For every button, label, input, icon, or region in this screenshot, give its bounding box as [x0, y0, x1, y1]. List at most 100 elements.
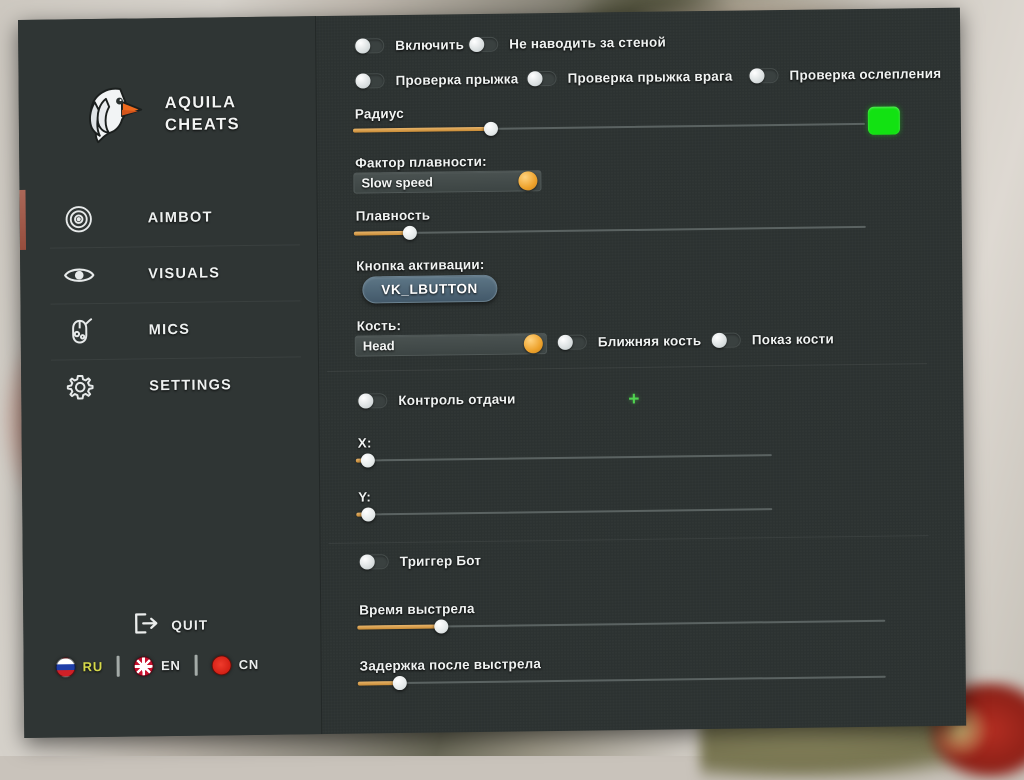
slider-handle[interactable] [361, 507, 376, 522]
toggle-jump-check-label: Проверка прыжка [395, 71, 519, 89]
slider-handle[interactable] [484, 121, 499, 136]
cheat-menu-panel: AQUILA CHEATS AIMBOT VISUALS MICS SETTIN… [18, 7, 967, 738]
slider-track [356, 508, 773, 516]
toggle-enemy-jump-check-label: Проверка прыжка врага [567, 68, 733, 86]
language-selector: RU EN CN [55, 654, 260, 678]
language-option-ru[interactable]: RU [55, 656, 104, 678]
delay-after-shot-label: Задержка после выстрела [359, 656, 542, 674]
brand-line-2: CHEATS [164, 114, 241, 134]
toggle-no-aim-through-wall-label: Не наводить за стеной [509, 34, 666, 52]
bone-value: Head [362, 338, 395, 354]
activation-key-label: Кнопка активации: [356, 256, 485, 274]
slider-handle[interactable] [392, 675, 408, 691]
slider-handle[interactable] [434, 619, 449, 634]
sidebar-item-label: VISUALS [148, 265, 221, 283]
eagle-logo-icon [70, 74, 151, 155]
sidebar: AQUILA CHEATS AIMBOT VISUALS MICS SETTIN… [18, 16, 323, 738]
recoil-y-slider[interactable] [356, 501, 773, 522]
smoothness-label: Плавность [355, 207, 431, 224]
slider-track [357, 675, 886, 685]
language-code: EN [160, 657, 181, 674]
toggle-trigger-bot-label: Триггер Бот [399, 552, 482, 570]
slider-fill [357, 624, 442, 630]
toggle-enemy-jump-check[interactable] [526, 70, 557, 87]
toggle-flash-check[interactable] [748, 68, 779, 84]
flag-en-icon [133, 655, 155, 677]
toggle-row-enemy-jump-check: Проверка прыжка врага [526, 68, 733, 87]
mouse-icon [63, 314, 97, 348]
sidebar-item-label: SETTINGS [149, 377, 233, 395]
bone-combo[interactable]: Head [354, 333, 547, 357]
toggle-recoil-control[interactable] [357, 393, 388, 409]
sidebar-item-visuals[interactable]: VISUALS [32, 244, 307, 304]
combo-knob[interactable] [518, 171, 538, 191]
toggle-row-recoil-control: Контроль отдачи [357, 391, 516, 409]
recoil-x-label: X: [357, 435, 372, 451]
flag-ru-icon [55, 656, 76, 678]
toggle-row-enable: Включить [354, 37, 465, 54]
eye-icon [62, 258, 96, 292]
toggle-enable-label: Включить [395, 37, 465, 54]
toggle-row-flash-check: Проверка ослепления [748, 66, 941, 84]
sidebar-item-mics[interactable]: MICS [32, 300, 307, 360]
radius-slider[interactable] [352, 116, 865, 139]
recoil-x-slider[interactable] [355, 447, 772, 468]
slider-handle[interactable] [361, 453, 376, 468]
crosshair-icon [62, 202, 96, 236]
radius-label: Радиус [354, 105, 404, 122]
toggle-nearest-bone-label: Ближняя кость [597, 333, 702, 350]
toggle-row-jump-check: Проверка прыжка [354, 71, 519, 89]
brand-title: AQUILA CHEATS [165, 91, 240, 136]
combo-knob[interactable] [523, 334, 543, 354]
slider-fill [353, 230, 411, 236]
toggle-nearest-bone[interactable] [556, 334, 587, 350]
section-divider [328, 535, 929, 544]
toggle-enable[interactable] [354, 38, 385, 54]
slider-track [355, 454, 772, 462]
sidebar-item-label: MICS [148, 321, 191, 339]
toggle-row-trigger-bot: Триггер Бот [358, 552, 482, 570]
plus-icon[interactable]: + [628, 389, 639, 410]
toggle-show-bone-label: Показ кости [751, 331, 834, 348]
radius-color-swatch[interactable] [867, 106, 901, 135]
smooth-factor-label: Фактор плавности: [355, 153, 487, 171]
toggle-row-show-bone: Показ кости [710, 331, 834, 348]
language-separator [116, 655, 121, 677]
language-option-cn[interactable]: CN [211, 654, 260, 676]
sidebar-item-label: AIMBOT [147, 209, 213, 227]
toggle-trigger-bot[interactable] [358, 554, 389, 570]
toggle-show-bone[interactable] [710, 332, 741, 348]
sidebar-item-settings[interactable]: SETTINGS [33, 356, 308, 416]
section-divider [327, 363, 928, 372]
quit-button[interactable]: QUIT [133, 611, 208, 641]
smooth-factor-combo[interactable]: Slow speed [353, 170, 542, 194]
flag-cn-icon [211, 654, 232, 676]
sidebar-item-aimbot[interactable]: AIMBOT [31, 188, 306, 248]
language-option-en[interactable]: EN [133, 655, 181, 677]
slider-handle[interactable] [403, 225, 418, 240]
gear-icon [63, 370, 97, 404]
language-separator [194, 654, 198, 676]
brand-line-1: AQUILA [164, 92, 237, 112]
toggle-row-nearest-bone: Ближняя кость [556, 333, 702, 350]
shot-time-label: Время выстрела [359, 601, 475, 618]
aimbot-settings-panel: Включить Не наводить за стеной Проверка … [316, 8, 966, 734]
language-code: CN [238, 656, 260, 673]
toggle-no-aim-through-wall[interactable] [468, 36, 499, 53]
brand: AQUILA CHEATS [70, 64, 311, 162]
activation-key-button[interactable]: VK_LBUTTON [362, 274, 497, 304]
slider-track [353, 225, 866, 235]
active-tab-marker [19, 189, 27, 250]
toggle-jump-check[interactable] [354, 73, 385, 89]
bone-label: Кость: [356, 318, 402, 334]
recoil-y-label: Y: [358, 489, 372, 505]
activation-key-value: VK_LBUTTON [381, 281, 478, 298]
toggle-flash-check-label: Проверка ослепления [789, 65, 942, 83]
quit-label: QUIT [171, 617, 209, 634]
toggle-recoil-control-label: Контроль отдачи [398, 391, 516, 409]
language-code: RU [82, 658, 104, 675]
exit-icon [133, 611, 159, 640]
smooth-factor-value: Slow speed [361, 174, 434, 191]
toggle-row-no-aim-through-wall: Не наводить за стеной [468, 35, 666, 53]
slider-fill [352, 126, 492, 133]
